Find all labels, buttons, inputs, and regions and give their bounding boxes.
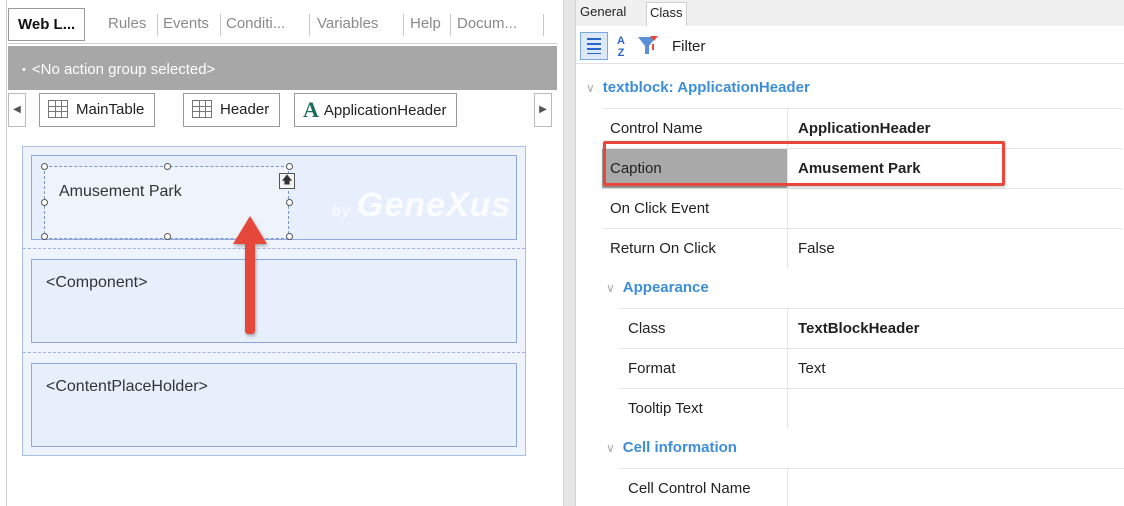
property-value[interactable] [788,389,798,429]
bullet-icon: • [22,64,26,76]
tab-separator [220,14,221,36]
property-row-format[interactable]: Format Text [620,348,1124,389]
property-value[interactable] [788,189,798,229]
breadcrumb-maintable[interactable]: MainTable [39,93,156,127]
property-name: On Click Event [602,189,788,229]
categorized-view-button[interactable] [580,32,608,60]
tab-separator [403,14,404,36]
pane-splitter[interactable] [563,0,576,506]
layout-canvas[interactable]: by GeneXus Amusement Park 🡅 <Component> <… [22,146,526,456]
layout-editor-pane: Web L... Rules Events Conditi... Variabl… [0,0,563,506]
property-value[interactable]: Text [788,349,826,389]
table-icon [192,100,212,118]
resize-handle[interactable] [286,199,293,206]
tab-web-layout[interactable]: Web L... [8,8,86,41]
row-divider [23,248,525,249]
property-row-cell-control-name[interactable]: Cell Control Name [620,468,1124,506]
component-placeholder: <Component> [46,274,148,291]
property-name: Tooltip Text [620,389,788,429]
select-parent-icon[interactable]: 🡅 [279,173,295,189]
tab-conditions[interactable]: Conditi... [222,8,289,40]
breadcrumb-label: Header [220,101,270,118]
row-divider [23,352,525,353]
scroll-right-button[interactable]: ▶ [534,93,552,127]
tab-help[interactable]: Help [406,8,445,40]
component-cell[interactable]: <Component> [31,259,517,343]
scroll-left-button[interactable]: ◀ [8,93,26,127]
section-textblock[interactable]: ∨ textblock: ApplicationHeader [576,68,1124,108]
property-name: Format [620,349,788,389]
section-appearance[interactable]: ∨ Appearance [576,268,1124,308]
pane-border [6,0,7,506]
sort-alphabetical-button[interactable]: A Z [610,32,632,60]
content-placeholder-label: <ContentPlaceHolder> [46,378,208,395]
table-icon [48,100,68,118]
property-row-tooltip-text[interactable]: Tooltip Text [620,388,1124,429]
resize-handle[interactable] [41,163,48,170]
filter-label[interactable]: Filter [672,38,705,55]
caption-highlight-box [603,141,1005,186]
tab-documentation[interactable]: Docum... [453,8,521,40]
property-value[interactable]: TextBlockHeader [788,309,919,349]
breadcrumb: ◀ MainTable Header A ApplicationHeader ▶ [8,93,557,129]
categorized-icon [587,38,601,54]
properties-tab-bar: General Class [576,0,1124,26]
tab-rules[interactable]: Rules [104,8,150,40]
tab-separator [309,14,310,36]
property-value[interactable]: False [788,229,835,269]
tab-separator [543,14,544,36]
chevron-down-icon: ∨ [586,81,595,95]
property-row-return-on-click[interactable]: Return On Click False [602,228,1122,269]
breadcrumb-label: MainTable [76,101,145,118]
annotation-arrow-icon [233,216,267,334]
action-group-bar[interactable]: • <No action group selected> [8,46,557,90]
property-value[interactable] [788,469,798,506]
tab-general[interactable]: General [580,2,626,26]
textblock-icon: A [303,97,319,122]
chevron-down-icon: ∨ [606,281,615,295]
resize-handle[interactable] [286,233,293,240]
property-row-class[interactable]: Class TextBlockHeader [620,308,1124,349]
tab-class[interactable]: Class [646,2,687,26]
filter-icon [638,36,658,54]
tab-events[interactable]: Events [159,8,213,40]
breadcrumb-label: ApplicationHeader [323,102,447,119]
resize-handle[interactable] [41,233,48,240]
tab-separator [450,14,451,36]
application-header-text: Amusement Park [59,183,182,200]
properties-pane: General Class A Z Filter ∨ textblock: App… [576,0,1124,506]
header-cell[interactable]: by GeneXus Amusement Park 🡅 [31,155,517,240]
tab-variables[interactable]: Variables [313,8,382,40]
breadcrumb-applicationheader[interactable]: A ApplicationHeader [294,93,458,127]
editor-tab-bar: Web L... Rules Events Conditi... Variabl… [8,4,557,44]
resize-handle[interactable] [164,163,171,170]
genexus-watermark: by GeneXus [332,186,512,224]
resize-handle[interactable] [41,199,48,206]
property-name: Return On Click [602,229,788,269]
properties-toolbar: A Z Filter [576,28,1124,64]
content-placeholder-cell[interactable]: <ContentPlaceHolder> [31,363,517,447]
resize-handle[interactable] [286,163,293,170]
action-group-label: <No action group selected> [31,61,216,78]
tab-separator [157,14,158,36]
breadcrumb-header[interactable]: Header [183,93,281,127]
property-row-on-click-event[interactable]: On Click Event [602,188,1122,229]
section-cell-information[interactable]: ∨ Cell information [576,428,1124,468]
property-name: Cell Control Name [620,469,788,506]
sort-az-icon: A Z [617,35,625,59]
resize-handle[interactable] [164,233,171,240]
chevron-down-icon: ∨ [606,441,615,455]
property-name: Class [620,309,788,349]
filter-button[interactable] [636,32,662,60]
